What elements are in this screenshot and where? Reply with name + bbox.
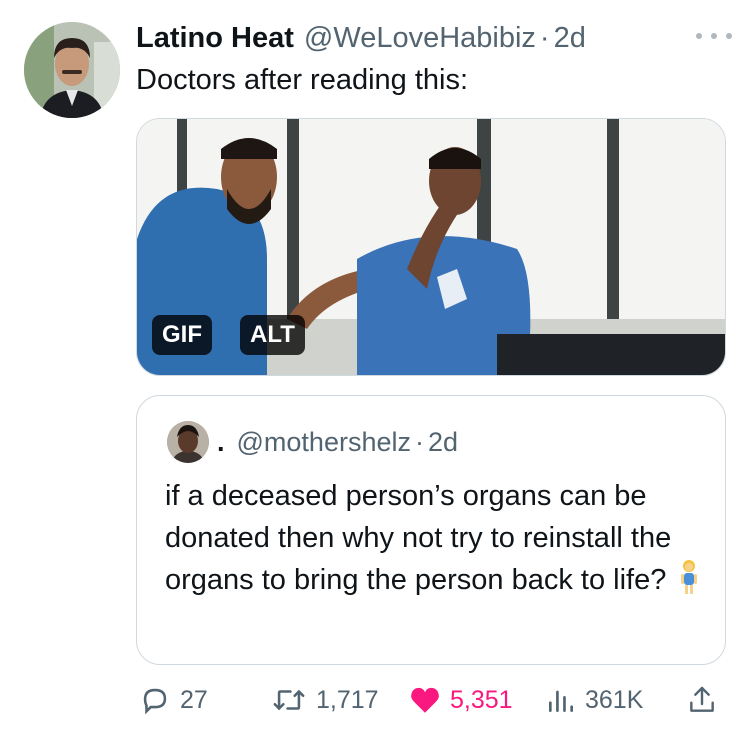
tweet-text: Doctors after reading this: [136, 64, 469, 96]
repost-count: 1,717 [316, 685, 379, 714]
quote-handle[interactable]: @mothershelz [237, 427, 411, 458]
like-count: 5,351 [450, 685, 513, 714]
author-handle[interactable]: @WeLoveHabibiz [304, 22, 536, 55]
tweet-media[interactable] [136, 118, 726, 376]
action-bar: 27 1,717 5,351 361K [0, 680, 750, 720]
tweet-header: Latino Heat @WeLoveHabibiz · 2d [136, 18, 730, 58]
gif-badge: GIF [152, 315, 212, 355]
quote-tweet[interactable]: . @mothershelz · 2d if a deceased person… [136, 395, 726, 665]
separator-dot: · [539, 21, 550, 54]
quote-text-block: if a deceased person’s organs can be don… [165, 476, 705, 608]
reply-button[interactable]: 27 [138, 680, 208, 720]
share-button[interactable] [686, 680, 726, 720]
author-name[interactable]: Latino Heat [136, 22, 294, 55]
like-icon [411, 687, 439, 713]
views-icon [549, 690, 573, 712]
quote-author-name[interactable]: . [217, 427, 225, 458]
views-button[interactable]: 361K [545, 680, 643, 720]
tweet-time[interactable]: 2d [554, 22, 586, 55]
quote-header: . @mothershelz · 2d [167, 421, 458, 463]
repost-button[interactable]: 1,717 [270, 680, 379, 720]
alt-badge[interactable]: ALT [240, 315, 305, 355]
repost-icon [273, 690, 305, 710]
share-icon [690, 686, 714, 712]
reply-count: 27 [180, 685, 208, 714]
like-button[interactable]: 5,351 [408, 680, 513, 720]
quote-separator-dot: · [415, 426, 424, 457]
author-avatar[interactable] [24, 22, 120, 118]
quote-text: if a deceased person’s organs can be don… [165, 480, 672, 596]
quote-time[interactable]: 2d [428, 427, 458, 458]
views-count: 361K [585, 685, 644, 714]
more-icon[interactable] [696, 26, 732, 46]
person-standing-emoji-icon [678, 559, 700, 608]
quote-avatar[interactable] [167, 421, 209, 463]
reply-icon [143, 688, 167, 715]
